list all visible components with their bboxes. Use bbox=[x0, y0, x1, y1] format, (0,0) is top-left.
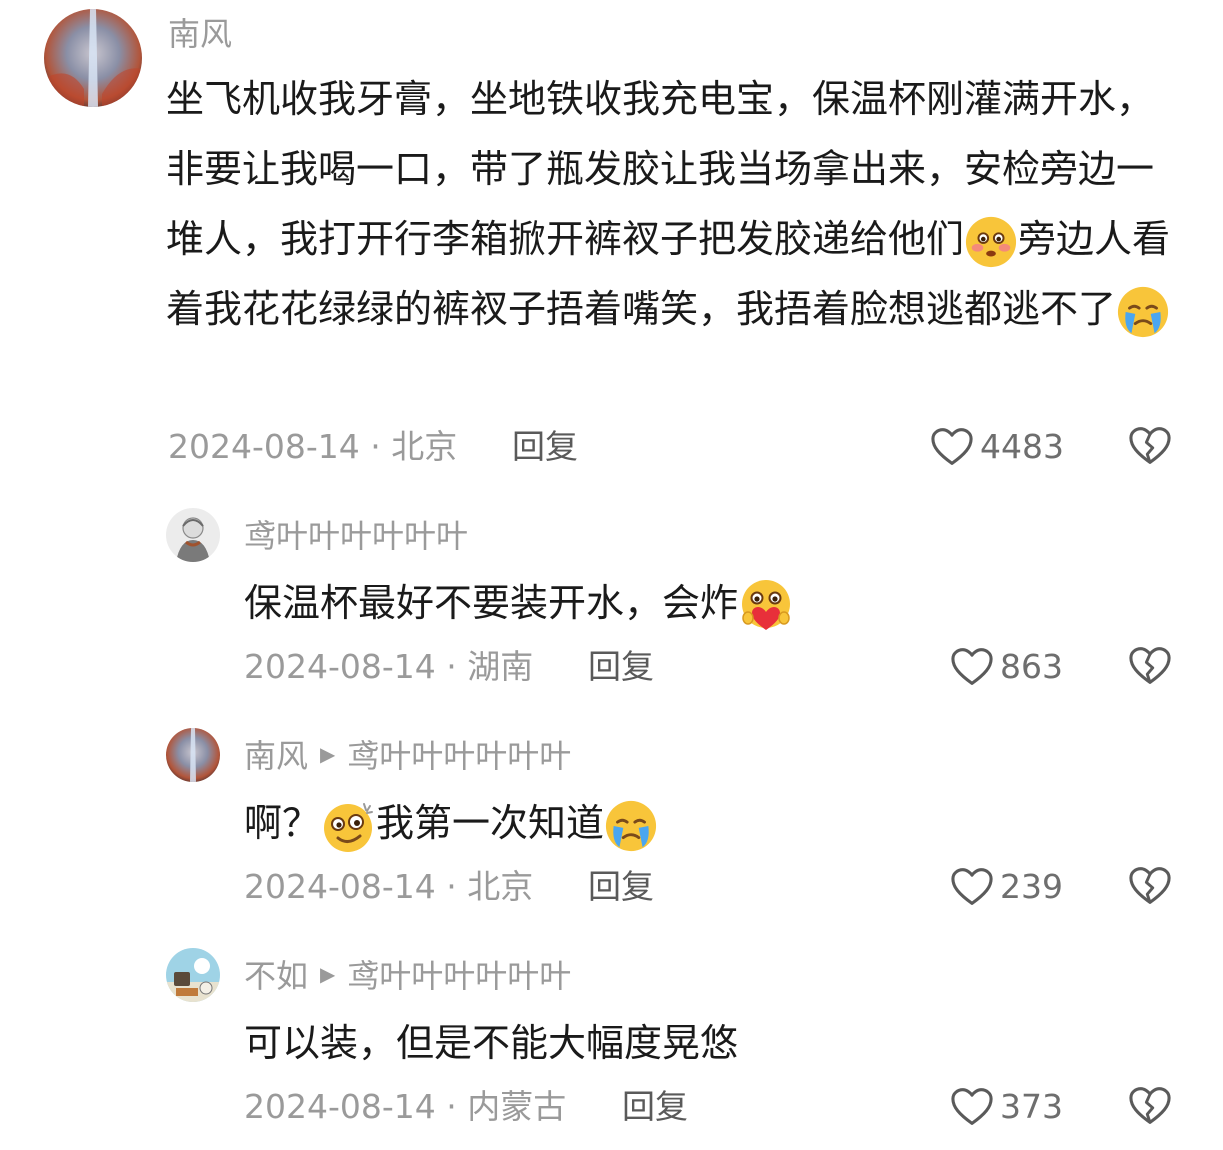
heart-outline-icon bbox=[950, 647, 994, 687]
silly-face-emoji bbox=[320, 798, 376, 854]
comment-text: 坐飞机收我牙膏，坐地铁收我充电宝，保温杯刚灌满开水，非要让我喝一口，带了瓶发胶让… bbox=[166, 64, 1176, 344]
comment-text-part: 我第一次知道 bbox=[376, 801, 605, 845]
date-location: 2024-08-14 · 北京 bbox=[168, 427, 458, 466]
broken-heart-icon bbox=[1128, 426, 1172, 466]
reply-to-username: 鸢叶叶叶叶叶叶 bbox=[347, 737, 572, 775]
avatar-image bbox=[44, 9, 142, 107]
like-count: 4483 bbox=[980, 427, 1064, 466]
triangle-right-icon: ▶ bbox=[320, 743, 336, 766]
date-location: 2024-08-14 · 湖南 bbox=[244, 647, 534, 686]
dislike-button[interactable] bbox=[1128, 426, 1172, 470]
comment-text: 保温杯最好不要装开水，会炸 bbox=[244, 568, 1174, 638]
flushed-face-emoji bbox=[964, 215, 1018, 269]
username-text: 南风 bbox=[168, 15, 233, 53]
dislike-button[interactable] bbox=[1128, 646, 1172, 690]
crying-face-emoji bbox=[604, 799, 658, 853]
avatar[interactable] bbox=[166, 728, 220, 782]
avatar-image bbox=[166, 728, 220, 782]
like-count: 239 bbox=[1000, 867, 1063, 906]
username-text: 不如 bbox=[244, 957, 309, 995]
like-button[interactable]: 373 bbox=[950, 1084, 1063, 1130]
username[interactable]: 鸢叶叶叶叶叶叶 bbox=[244, 516, 468, 556]
username-text: 南风 bbox=[244, 737, 309, 775]
comment: 南风 坐飞机收我牙膏，坐地铁收我充电宝，保温杯刚灌满开水，非要让我喝一口，带了瓶… bbox=[0, 0, 1223, 480]
avatar-image bbox=[166, 508, 220, 562]
date-location: 2024-08-14 · 北京 bbox=[244, 867, 534, 906]
like-button[interactable]: 4483 bbox=[930, 424, 1064, 470]
reply-button[interactable]: 回复 bbox=[588, 646, 654, 688]
crying-face-emoji bbox=[1116, 285, 1170, 339]
broken-heart-icon bbox=[1128, 866, 1172, 906]
heart-outline-icon bbox=[950, 1087, 994, 1127]
comment: 鸢叶叶叶叶叶叶 保温杯最好不要装开水，会炸 2024-08-14 · 湖南 回复… bbox=[0, 500, 1223, 710]
reply-to-username: 鸢叶叶叶叶叶叶 bbox=[347, 957, 572, 995]
comment: 南风 ▶ 鸢叶叶叶叶叶叶 啊？ 我第一次知道 2024-08-14 · 北京 回复 2… bbox=[0, 720, 1223, 930]
username-text: 鸢叶叶叶叶叶叶 bbox=[244, 517, 469, 555]
comment-text-part: 可以装，但是不能大幅度晃悠 bbox=[244, 1021, 739, 1065]
triangle-right-icon: ▶ bbox=[320, 963, 336, 986]
heart-outline-icon bbox=[950, 867, 994, 907]
avatar[interactable] bbox=[44, 9, 142, 107]
comment-text-part: 啊？ bbox=[244, 801, 321, 845]
reply-button[interactable]: 回复 bbox=[512, 426, 578, 468]
heart-outline-icon bbox=[930, 427, 974, 467]
reply-button[interactable]: 回复 bbox=[588, 866, 654, 908]
avatar[interactable] bbox=[166, 948, 220, 1002]
like-count: 863 bbox=[1000, 647, 1063, 686]
username[interactable]: 南风 ▶ 鸢叶叶叶叶叶叶 bbox=[244, 736, 571, 778]
heart-holding-face-emoji bbox=[738, 578, 794, 634]
comment-text-part: 保温杯最好不要装开水，会炸 bbox=[244, 581, 739, 625]
date-location: 2024-08-14 · 内蒙古 bbox=[244, 1087, 567, 1126]
comment-text: 啊？ 我第一次知道 bbox=[244, 788, 1174, 858]
like-button[interactable]: 863 bbox=[950, 644, 1063, 690]
like-button[interactable]: 239 bbox=[950, 864, 1063, 910]
comment-text: 可以装，但是不能大幅度晃悠 bbox=[244, 1008, 1174, 1078]
username[interactable]: 不如 ▶ 鸢叶叶叶叶叶叶 bbox=[244, 956, 571, 998]
broken-heart-icon bbox=[1128, 646, 1172, 686]
username[interactable]: 南风 bbox=[168, 14, 232, 54]
comment: 不如 ▶ 鸢叶叶叶叶叶叶 可以装，但是不能大幅度晃悠 2024-08-14 · 内蒙… bbox=[0, 940, 1223, 1150]
like-count: 373 bbox=[1000, 1087, 1063, 1126]
reply-button[interactable]: 回复 bbox=[622, 1086, 688, 1128]
avatar[interactable] bbox=[166, 508, 220, 562]
dislike-button[interactable] bbox=[1128, 866, 1172, 910]
dislike-button[interactable] bbox=[1128, 1086, 1172, 1130]
avatar-image bbox=[166, 948, 220, 1002]
broken-heart-icon bbox=[1128, 1086, 1172, 1126]
